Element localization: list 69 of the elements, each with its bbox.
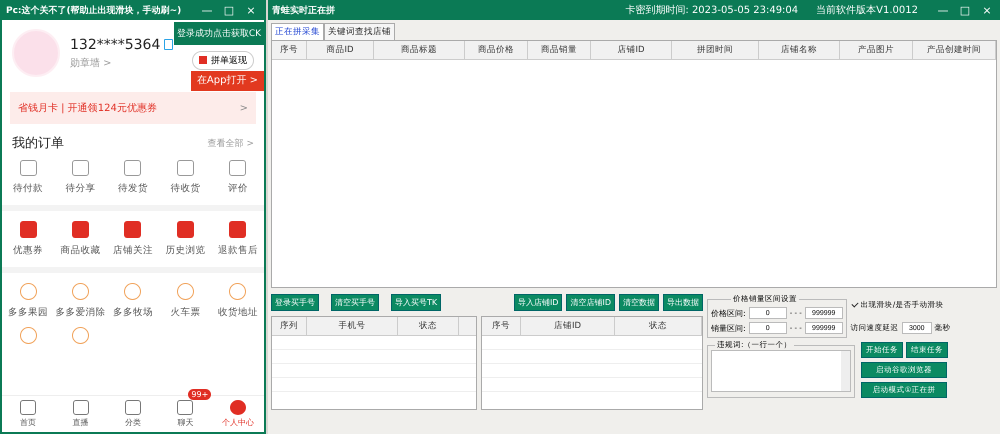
action-button[interactable]: 清空数据 bbox=[619, 294, 659, 311]
section-title: 我的订单 bbox=[12, 135, 64, 152]
order-status-label[interactable]: 待发货 bbox=[118, 182, 148, 195]
version-text: 当前软件版本V1.0012 bbox=[816, 4, 918, 17]
range-label: 价格区间: bbox=[711, 308, 746, 318]
order-status-label[interactable]: 待付款 bbox=[13, 182, 44, 195]
service-label[interactable]: 店铺关注 bbox=[112, 244, 153, 257]
checkbox[interactable] bbox=[850, 301, 859, 309]
expiry-time: 卡密到期时间: 2023-05-05 23:49:04 bbox=[625, 4, 798, 17]
cashback-button[interactable]: 拼单返现 bbox=[192, 50, 254, 70]
service-label[interactable]: 商品收藏 bbox=[60, 244, 101, 257]
column-header[interactable]: 序号 bbox=[482, 317, 521, 335]
action-button[interactable]: 清空买手号 bbox=[331, 294, 379, 311]
column-header[interactable]: 状态 bbox=[398, 317, 459, 335]
service-label[interactable]: 退款售后 bbox=[218, 244, 258, 257]
column-header[interactable]: 商品销量 bbox=[528, 41, 591, 59]
column-header[interactable]: 店铺名称 bbox=[759, 41, 840, 59]
column-header[interactable]: 拼团时间 bbox=[672, 41, 759, 59]
action-button[interactable]: 导入店铺ID bbox=[514, 294, 562, 311]
window-control[interactable]: — bbox=[934, 4, 952, 16]
avatar-circle bbox=[12, 29, 60, 77]
window-control[interactable]: × bbox=[978, 4, 996, 16]
tab[interactable]: 关键词查找店铺 bbox=[324, 23, 395, 40]
window-title: 青蛙实时正在拼 bbox=[272, 4, 335, 16]
order-status-label[interactable]: 待收货 bbox=[170, 182, 200, 195]
window-control[interactable]: × bbox=[242, 4, 260, 16]
action-button[interactable]: 清空店铺ID bbox=[566, 294, 615, 311]
window-control[interactable]: □ bbox=[956, 4, 974, 16]
promo-arrow: > bbox=[240, 102, 248, 114]
window-control[interactable]: □ bbox=[220, 4, 238, 16]
tool-label[interactable]: 多多牧场 bbox=[112, 306, 153, 319]
nav-tab[interactable]: 个人中心 bbox=[218, 396, 258, 432]
get-ck-button[interactable]: 登录成功点击获取CK bbox=[174, 22, 264, 45]
column-header[interactable]: 商品ID bbox=[307, 41, 374, 59]
phone-icon bbox=[164, 39, 174, 50]
window-control[interactable]: — bbox=[198, 4, 216, 16]
nav-tab[interactable]: 直播 bbox=[68, 396, 93, 432]
tool-label[interactable]: 火车票 bbox=[170, 306, 200, 319]
column-header[interactable]: 店铺ID bbox=[521, 317, 615, 335]
order-status-label[interactable]: 评价 bbox=[228, 182, 248, 195]
column-header[interactable]: 商品价格 bbox=[465, 41, 528, 59]
words-textarea[interactable] bbox=[711, 350, 851, 392]
phone-number: 132****5364 bbox=[70, 36, 160, 52]
tool-label[interactable]: 多多果园 bbox=[8, 306, 48, 319]
service-label[interactable]: 历史浏览 bbox=[165, 244, 206, 257]
unread-badge: 99+ bbox=[188, 389, 212, 400]
column-header[interactable]: 店铺ID bbox=[591, 41, 672, 59]
nav-tab[interactable]: 分类 bbox=[121, 396, 146, 432]
action-button[interactable]: 导入买号TK bbox=[391, 294, 442, 311]
column-header[interactable]: 产品图片 bbox=[840, 41, 913, 59]
tool-label[interactable]: 多多爱消除 bbox=[56, 306, 106, 319]
order-status-label[interactable]: 待分享 bbox=[66, 182, 96, 195]
action-button[interactable]: 导出数据 bbox=[663, 294, 703, 311]
action-button[interactable]: 登录买手号 bbox=[271, 294, 319, 311]
open-app-button[interactable]: 在App打开 > bbox=[190, 71, 264, 91]
nav-tab[interactable]: 首页 bbox=[16, 396, 40, 432]
column-header[interactable]: 状态 bbox=[615, 317, 702, 335]
column-header[interactable]: 商品标题 bbox=[374, 41, 465, 59]
promo-banner[interactable]: 省钱月卡 | 开通领124元优惠券 > bbox=[10, 92, 256, 124]
range-label: 销量区间: bbox=[711, 322, 746, 334]
column-header[interactable]: 序列 bbox=[272, 317, 307, 335]
column-header[interactable]: 序号 bbox=[272, 41, 307, 59]
service-label[interactable]: 优惠券 bbox=[13, 244, 44, 257]
column-header[interactable]: 手机号 bbox=[307, 317, 398, 335]
window-title: Pc:这个关不了(帮助止出现滑块，手动刷~) bbox=[6, 4, 182, 16]
tab[interactable]: 正在拼采集 bbox=[271, 23, 324, 40]
promo-text: 省钱月卡 | 开通领124元优惠券 bbox=[18, 102, 157, 115]
column-header[interactable]: 产品创建时间 bbox=[913, 41, 996, 59]
tool-label[interactable]: 收货地址 bbox=[218, 306, 258, 319]
